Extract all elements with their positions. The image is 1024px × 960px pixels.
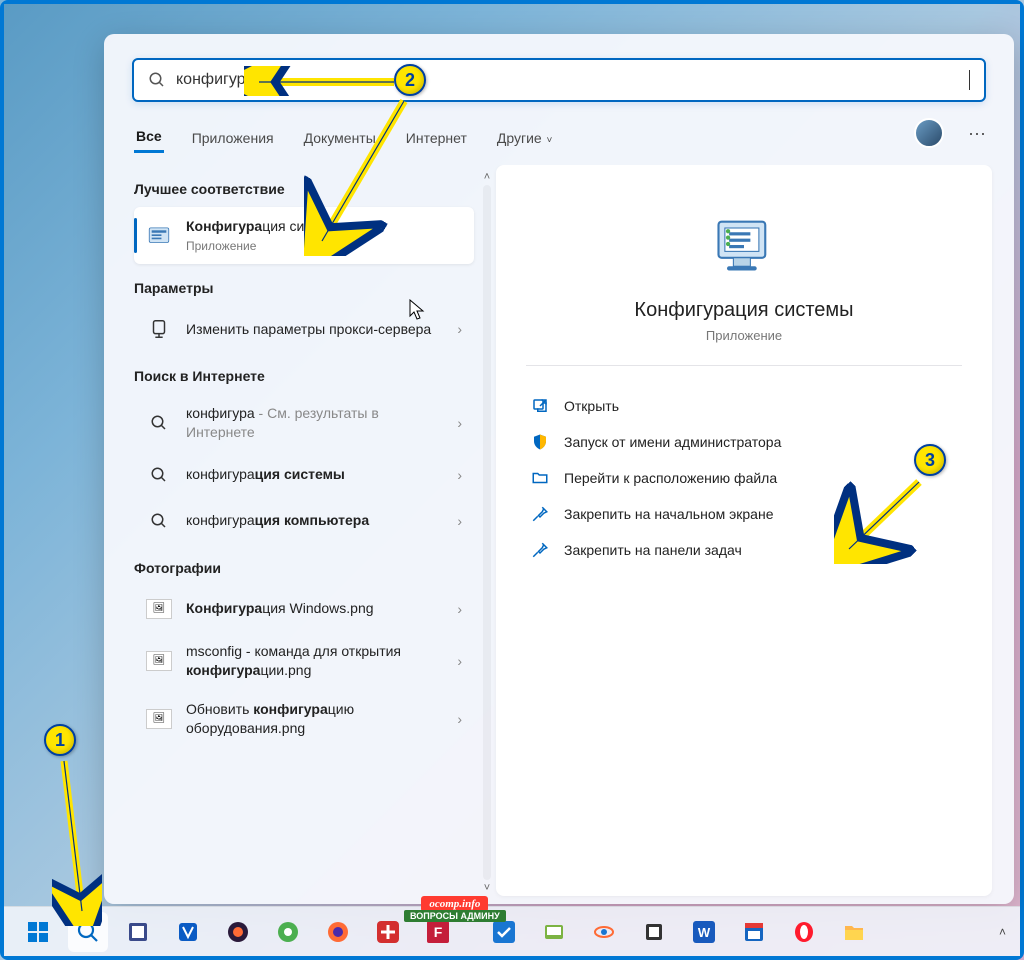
- section-settings: Параметры: [134, 280, 474, 296]
- search-icon: [146, 410, 172, 436]
- taskbar-word[interactable]: W: [684, 912, 724, 952]
- divider: [526, 365, 962, 366]
- search-icon: [146, 508, 172, 534]
- action-run-admin[interactable]: Запуск от имени администратора: [526, 424, 962, 460]
- action-label: Закрепить на начальном экране: [564, 506, 774, 522]
- chevron-right-icon: ›: [457, 467, 462, 483]
- taskbar-app-13[interactable]: [734, 912, 774, 952]
- taskbar-app-2[interactable]: [168, 912, 208, 952]
- taskbar-explorer[interactable]: [834, 912, 874, 952]
- annotation-arrow-2a: [244, 66, 404, 96]
- web-item-2[interactable]: конфигурация компьютера ›: [134, 498, 474, 544]
- text-caret: [969, 70, 970, 90]
- taskbar-app-4[interactable]: [268, 912, 308, 952]
- scroll-up-icon[interactable]: ˄: [484, 169, 490, 185]
- settings-item-label: Изменить параметры прокси-сервера: [186, 320, 443, 339]
- annotation-arrow-3: [834, 474, 934, 564]
- open-icon: [530, 396, 550, 416]
- annotation-arrow-2b: [304, 96, 424, 256]
- taskbar-chevron-up-icon[interactable]: ˄: [999, 925, 1006, 939]
- photo-thumb-icon: 🖼: [146, 596, 172, 622]
- chevron-right-icon: ›: [457, 601, 462, 617]
- tab-others[interactable]: Другие ˅: [495, 124, 554, 152]
- user-avatar[interactable]: [914, 118, 944, 148]
- taskbar-app-10[interactable]: [584, 912, 624, 952]
- detail-subtitle: Приложение: [526, 328, 962, 343]
- section-photos: Фотографии: [134, 560, 474, 576]
- photo-item-0[interactable]: 🖼 Конфигурация Windows.png ›: [134, 586, 474, 632]
- taskbar-app-9[interactable]: [534, 912, 574, 952]
- taskbar-app-11[interactable]: [634, 912, 674, 952]
- folder-icon: [530, 468, 550, 488]
- action-label: Перейти к расположению файла: [564, 470, 777, 486]
- taskbar-app-6[interactable]: [368, 912, 408, 952]
- app-large-icon: [710, 211, 778, 279]
- taskbar-opera[interactable]: [784, 912, 824, 952]
- section-web: Поиск в Интернете: [134, 368, 474, 384]
- msconfig-icon: [146, 223, 172, 249]
- chevron-right-icon: ›: [457, 711, 462, 727]
- taskbar-app-3[interactable]: [218, 912, 258, 952]
- action-label: Запуск от имени администратора: [564, 434, 781, 450]
- web-item-0[interactable]: конфигура - См. результаты в Интернете ›: [134, 394, 474, 452]
- annotation-callout-2: 2: [394, 64, 426, 96]
- chevron-right-icon: ›: [457, 321, 462, 337]
- pin-icon: [530, 504, 550, 524]
- annotation-arrow-1: [52, 756, 102, 926]
- photo-item-2[interactable]: 🖼 Обновить конфигурацию оборудования.png…: [134, 690, 474, 748]
- more-button[interactable]: ⋯: [968, 124, 986, 145]
- photo-thumb-icon: 🖼: [146, 706, 172, 732]
- tab-apps[interactable]: Приложения: [190, 124, 276, 152]
- scroll-down-icon[interactable]: ˅: [484, 880, 490, 896]
- action-label: Закрепить на панели задач: [564, 542, 742, 558]
- photo-thumb-icon: 🖼: [146, 648, 172, 674]
- search-tabs: Все Приложения Документы Интернет Другие…: [104, 114, 1014, 165]
- results-column: Лучшее соответствие Конфигурация системы…: [118, 165, 478, 896]
- annotation-callout-1: 1: [44, 724, 76, 756]
- chevron-right-icon: ›: [457, 415, 462, 431]
- taskbar: F W ˄: [4, 906, 1020, 956]
- proxy-icon: [146, 316, 172, 342]
- best-match-title-matched: Конфигура: [186, 218, 262, 234]
- detail-title: Конфигурация системы: [526, 299, 962, 322]
- chevron-right-icon: ›: [457, 513, 462, 529]
- action-label: Открыть: [564, 398, 619, 414]
- admin-shield-icon: [530, 432, 550, 452]
- watermark: ocomp.info ВОПРОСЫ АДМИНУ: [404, 896, 506, 922]
- tab-all[interactable]: Все: [134, 122, 164, 153]
- results-scrollbar[interactable]: ˄ ˅: [478, 165, 496, 896]
- search-icon: [148, 71, 166, 89]
- svg-text:W: W: [698, 925, 711, 940]
- windows-search-panel: Все Приложения Документы Интернет Другие…: [104, 34, 1014, 904]
- taskbar-firefox[interactable]: [318, 912, 358, 952]
- pin-icon: [530, 540, 550, 560]
- photo-item-1[interactable]: 🖼 msconfig - команда для открытия конфиг…: [134, 632, 474, 690]
- svg-text:F: F: [434, 924, 443, 940]
- annotation-callout-3: 3: [914, 444, 946, 476]
- search-icon: [146, 462, 172, 488]
- taskbar-app-1[interactable]: [118, 912, 158, 952]
- mouse-cursor-icon: [409, 299, 425, 321]
- chevron-right-icon: ›: [457, 653, 462, 669]
- web-item-1[interactable]: конфигурация системы ›: [134, 452, 474, 498]
- action-open[interactable]: Открыть: [526, 388, 962, 424]
